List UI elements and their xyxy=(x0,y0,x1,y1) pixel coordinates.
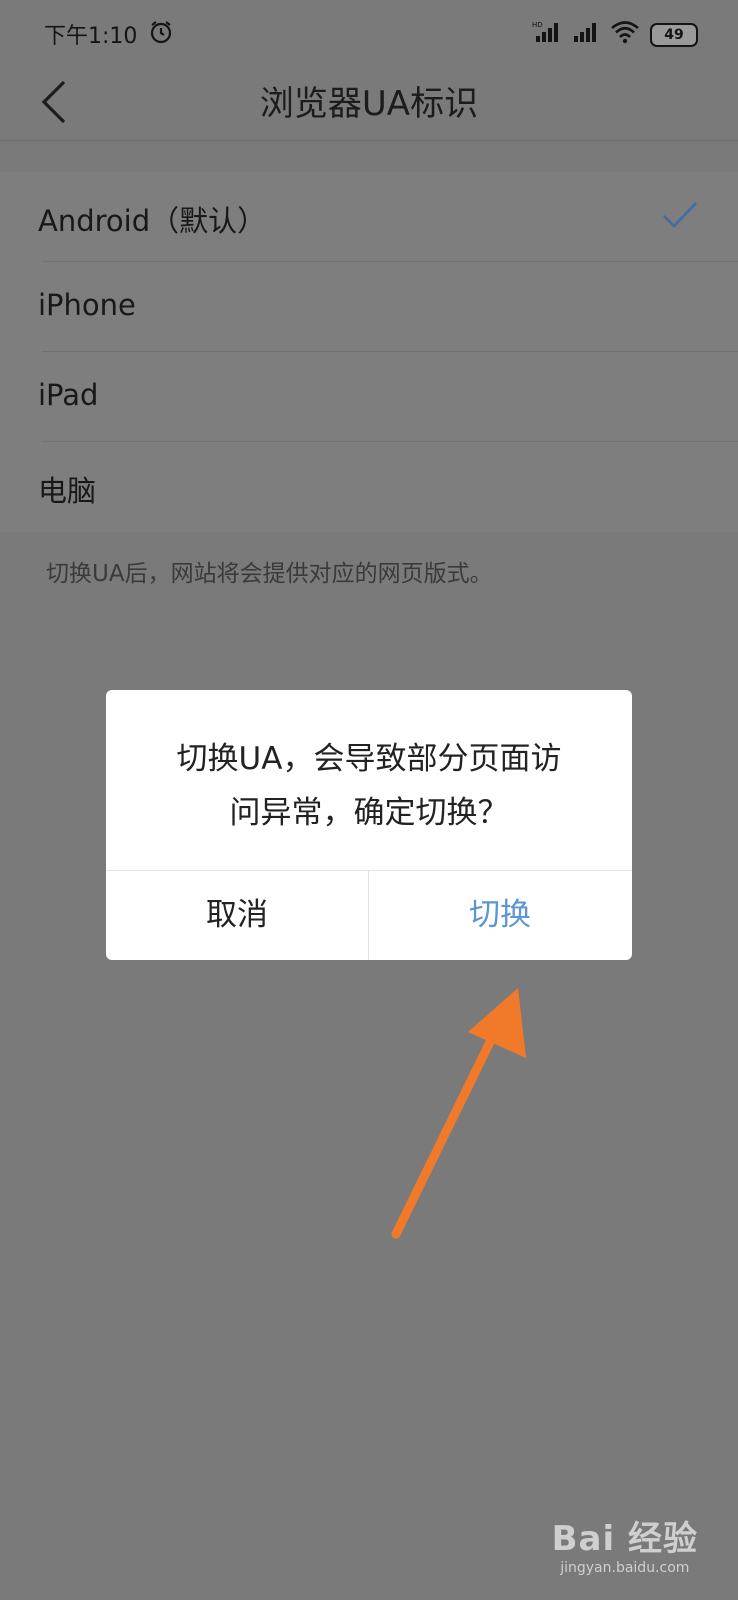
signal-icon xyxy=(572,20,600,50)
status-time: 下午1:10 xyxy=(44,24,138,49)
watermark-logo: Bai 经验 xyxy=(551,1519,698,1559)
watermark-url: jingyan.baidu.com xyxy=(560,1560,690,1576)
wifi-icon xyxy=(610,20,640,50)
ua-option-iphone[interactable]: iPhone xyxy=(0,262,738,352)
confirm-dialog: 切换UA，会导致部分页面访 问异常，确定切换？ 取消 切换 xyxy=(106,690,632,960)
status-bar: 下午1:10 HD 49 xyxy=(0,0,738,64)
dialog-message-line: 切换UA，会导致部分页面访 xyxy=(176,741,562,777)
dialog-message: 切换UA，会导致部分页面访 问异常，确定切换？ xyxy=(136,732,602,840)
cancel-button[interactable]: 取消 xyxy=(106,871,368,960)
status-icons: HD 49 xyxy=(532,20,698,50)
annotation-arrow-icon xyxy=(380,980,540,1244)
page-title: 浏览器UA标识 xyxy=(259,84,479,124)
check-icon xyxy=(662,200,698,234)
ua-option-list: Android（默认） iPhone iPad 电脑 xyxy=(0,172,738,532)
dialog-message-line: 问异常，确定切换？ xyxy=(229,795,509,831)
ua-hint-text: 切换UA后，网站将会提供对应的网页版式。 xyxy=(46,561,493,587)
ua-option-label: Android（默认） xyxy=(38,204,267,238)
switch-button[interactable]: 切换 xyxy=(369,871,631,960)
alarm-icon xyxy=(148,19,174,51)
ua-option-android[interactable]: Android（默认） xyxy=(0,172,738,262)
ua-option-label: iPad xyxy=(38,378,99,412)
svg-text:HD: HD xyxy=(532,21,543,29)
ua-option-pc[interactable]: 电脑 xyxy=(0,442,738,532)
baidu-jingyan-watermark: Bai 经验 jingyan.baidu.com xyxy=(552,1511,698,1576)
hd-signal-icon: HD xyxy=(532,20,562,50)
ua-option-ipad[interactable]: iPad xyxy=(0,352,738,442)
ua-option-label: iPhone xyxy=(38,288,136,322)
title-bar: 浏览器UA标识 xyxy=(0,64,738,141)
battery-icon: 49 xyxy=(650,23,698,47)
ua-option-label: 电脑 xyxy=(38,474,97,508)
